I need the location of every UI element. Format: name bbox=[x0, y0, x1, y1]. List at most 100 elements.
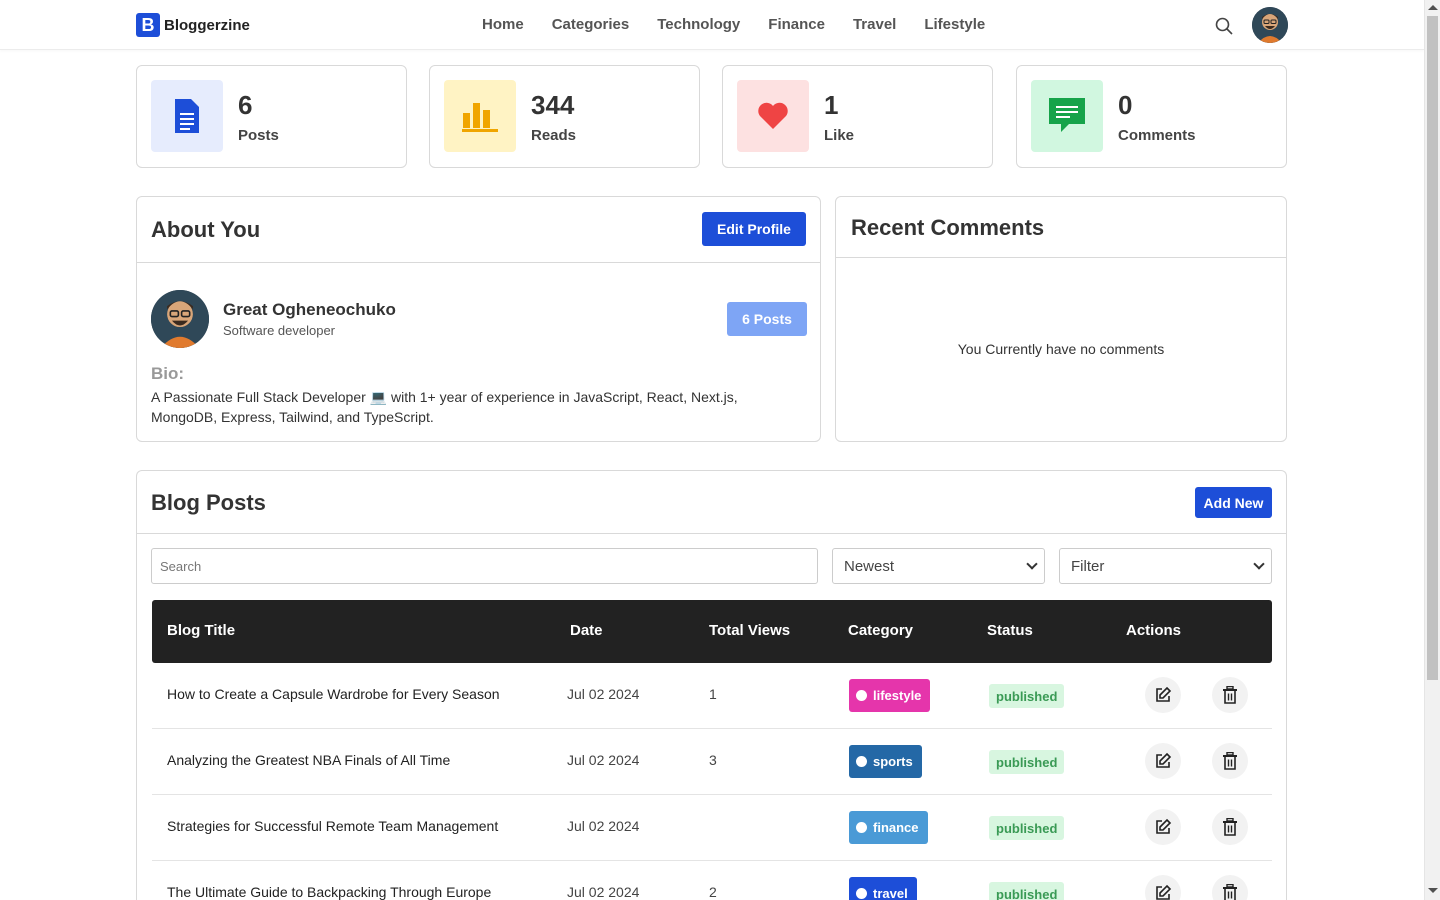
stat-value: 6 bbox=[238, 90, 253, 120]
trash-icon[interactable] bbox=[1212, 809, 1248, 845]
about-panel: About You Edit Profile Great Ogheneochuk… bbox=[136, 196, 821, 442]
dot-icon bbox=[856, 690, 867, 701]
post-date: Jul 02 2024 bbox=[567, 686, 640, 702]
table-row: Analyzing the Greatest NBA Finals of All… bbox=[152, 729, 1272, 795]
status-badge: published bbox=[989, 816, 1065, 840]
stat-label: Posts bbox=[238, 127, 279, 144]
stat-card-comments: 0 Comments bbox=[1016, 65, 1287, 168]
stat-value: 344 bbox=[531, 90, 575, 120]
filter-select-value: Filter bbox=[1071, 557, 1105, 575]
top-navbar: B Bloggerzine Home Categories Technology… bbox=[0, 0, 1424, 50]
post-views: 3 bbox=[709, 752, 717, 768]
scroll-down-arrow-icon[interactable] bbox=[1428, 888, 1438, 893]
nav-link-travel[interactable]: Travel bbox=[853, 16, 896, 33]
dot-icon bbox=[856, 822, 867, 833]
document-icon bbox=[151, 80, 223, 152]
stat-label: Like bbox=[824, 127, 855, 144]
nav-link-technology[interactable]: Technology bbox=[657, 16, 740, 33]
stat-card-reads: 344 Reads bbox=[429, 65, 700, 168]
page-scrollbar[interactable] bbox=[1424, 0, 1440, 900]
bar-chart-icon bbox=[444, 80, 516, 152]
edit-icon[interactable] bbox=[1145, 677, 1181, 713]
nav-link-home[interactable]: Home bbox=[482, 16, 524, 33]
category-badge: travel bbox=[849, 877, 917, 900]
stat-label: Reads bbox=[531, 127, 577, 144]
trash-icon[interactable] bbox=[1212, 677, 1248, 713]
heart-icon bbox=[737, 80, 809, 152]
brand-name: Bloggerzine bbox=[164, 16, 250, 34]
edit-profile-button[interactable]: Edit Profile bbox=[702, 212, 806, 246]
category-label: travel bbox=[873, 886, 908, 900]
edit-icon[interactable] bbox=[1145, 875, 1181, 900]
recent-comments-title: Recent Comments bbox=[851, 215, 1045, 240]
category-badge: lifestyle bbox=[849, 679, 931, 712]
status-badge: published bbox=[989, 882, 1065, 900]
bio-text: A Passionate Full Stack Developer 💻 with… bbox=[151, 389, 738, 425]
post-title[interactable]: How to Create a Capsule Wardrobe for Eve… bbox=[167, 686, 500, 702]
no-comments-text: You Currently have no comments bbox=[957, 341, 1165, 357]
post-title[interactable]: The Ultimate Guide to Backpacking Throug… bbox=[167, 884, 491, 900]
add-new-button[interactable]: Add New bbox=[1195, 487, 1272, 518]
blog-posts-panel: Blog Posts Add New Search Newest Filter … bbox=[136, 470, 1287, 900]
category-badge: finance bbox=[849, 811, 928, 844]
search-icon[interactable] bbox=[1214, 16, 1234, 36]
nav-links: Home Categories Technology Finance Trave… bbox=[468, 16, 999, 33]
profile-avatar bbox=[151, 290, 209, 348]
brand[interactable]: B Bloggerzine bbox=[136, 13, 250, 37]
posts-count-badge[interactable]: 6 Posts bbox=[727, 302, 807, 336]
bio-label: Bio: bbox=[151, 364, 185, 383]
stat-value: 1 bbox=[824, 90, 839, 120]
column-header-views: Total Views bbox=[709, 622, 791, 639]
column-header-category: Category bbox=[848, 622, 914, 639]
user-avatar[interactable] bbox=[1252, 7, 1288, 43]
status-badge: published bbox=[989, 684, 1065, 708]
blog-posts-header: Blog Posts Add New bbox=[137, 471, 1286, 534]
stat-card-posts: 6 Posts bbox=[136, 65, 407, 168]
scroll-up-arrow-icon[interactable] bbox=[1428, 5, 1438, 10]
nav-link-finance[interactable]: Finance bbox=[768, 16, 825, 33]
post-title[interactable]: Analyzing the Greatest NBA Finals of All… bbox=[167, 752, 450, 768]
profile-role: Software developer bbox=[223, 323, 336, 338]
profile-name: Great Ogheneochuko bbox=[223, 300, 396, 319]
recent-comments-panel: Recent Comments You Currently have no co… bbox=[835, 196, 1287, 442]
table-row: The Ultimate Guide to Backpacking Throug… bbox=[152, 861, 1272, 900]
dot-icon bbox=[856, 888, 867, 899]
column-header-date: Date bbox=[570, 622, 603, 639]
post-date: Jul 02 2024 bbox=[567, 884, 640, 900]
table-row: How to Create a Capsule Wardrobe for Eve… bbox=[152, 663, 1272, 729]
chevron-down-icon bbox=[1026, 558, 1038, 570]
scroll-thumb[interactable] bbox=[1427, 16, 1438, 680]
post-views: 2 bbox=[709, 884, 717, 900]
recent-comments-header: Recent Comments bbox=[836, 197, 1286, 258]
blog-posts-title: Blog Posts bbox=[151, 490, 266, 515]
nav-link-lifestyle[interactable]: Lifestyle bbox=[924, 16, 985, 33]
chevron-down-icon bbox=[1253, 558, 1265, 570]
post-title[interactable]: Strategies for Successful Remote Team Ma… bbox=[167, 818, 498, 834]
category-label: sports bbox=[873, 754, 913, 769]
search-input[interactable]: Search bbox=[151, 548, 818, 584]
about-title: About You bbox=[151, 217, 261, 242]
table-row: Strategies for Successful Remote Team Ma… bbox=[152, 795, 1272, 861]
category-badge: sports bbox=[849, 745, 922, 778]
category-label: lifestyle bbox=[873, 688, 922, 703]
edit-icon[interactable] bbox=[1145, 809, 1181, 845]
trash-icon[interactable] bbox=[1212, 743, 1248, 779]
stat-card-likes: 1 Like bbox=[722, 65, 993, 168]
post-date: Jul 02 2024 bbox=[567, 752, 640, 768]
edit-icon[interactable] bbox=[1145, 743, 1181, 779]
category-label: finance bbox=[873, 820, 919, 835]
dot-icon bbox=[856, 756, 867, 767]
post-date: Jul 02 2024 bbox=[567, 818, 640, 834]
trash-icon[interactable] bbox=[1212, 875, 1248, 900]
filter-select[interactable]: Filter bbox=[1059, 548, 1272, 584]
column-header-title: Blog Title bbox=[167, 622, 236, 639]
sort-select-value: Newest bbox=[844, 557, 895, 575]
sort-select[interactable]: Newest bbox=[832, 548, 1045, 584]
chat-icon bbox=[1031, 80, 1103, 152]
status-badge: published bbox=[989, 750, 1065, 774]
stat-value: 0 bbox=[1118, 90, 1133, 120]
stat-label: Comments bbox=[1118, 127, 1196, 144]
column-header-status: Status bbox=[987, 622, 1033, 639]
nav-link-categories[interactable]: Categories bbox=[552, 16, 630, 33]
post-views: 1 bbox=[709, 686, 717, 702]
